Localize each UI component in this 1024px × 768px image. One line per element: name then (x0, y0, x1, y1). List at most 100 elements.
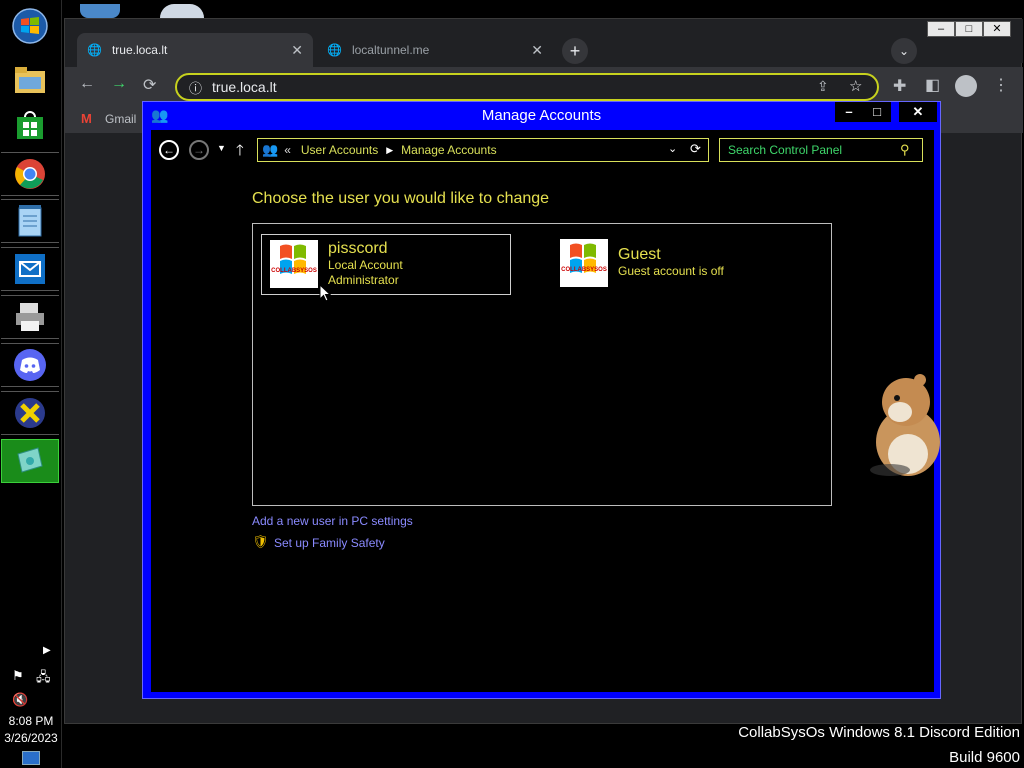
taskbar-file-explorer[interactable] (1, 58, 59, 102)
window-title: Manage Accounts (481, 107, 602, 124)
taskbar-notepad[interactable] (1, 199, 59, 243)
page-heading: Choose the user you would like to change (252, 190, 550, 207)
address-dropdown-icon[interactable]: ⌄ (668, 142, 677, 155)
account-tile-guest[interactable]: COLLABSYSOS Guest Guest account is off (560, 239, 810, 291)
start-orb-icon (12, 8, 48, 44)
discord-icon (14, 349, 46, 381)
account-name: pisscord (328, 240, 388, 257)
recycle-bin-icon[interactable] (80, 4, 120, 18)
back-arrow-icon[interactable]: ← (79, 75, 95, 93)
globe-icon: 🌐 (327, 43, 342, 57)
users-icon: 👥 (262, 142, 279, 157)
tab-search-button[interactable]: ⌄ (891, 38, 917, 64)
new-tab-button[interactable]: + (562, 38, 588, 64)
hamster-pet-icon[interactable] (862, 372, 946, 478)
globe-icon: 🌐 (87, 43, 102, 57)
manage-accounts-window: 👥 Manage Accounts – □ ✕ ← → ▼ 🡑 👥 « User… (142, 101, 941, 699)
gmail-icon: M (81, 111, 92, 126)
account-avatar: COLLABSYSOS (560, 239, 608, 287)
reload-icon[interactable]: ⟳ (143, 75, 156, 95)
x-app-icon (15, 398, 45, 428)
extensions-icon[interactable]: ✚ (893, 76, 906, 96)
forward-button[interactable]: → (189, 140, 209, 160)
control-panel-icon (17, 447, 43, 473)
browser-minimize-button[interactable]: – (927, 21, 955, 37)
os-build-label: Build 9600 (949, 749, 1020, 766)
printer-icon (16, 303, 44, 331)
taskbar-control-panel[interactable] (1, 439, 59, 483)
desktop-app-icon[interactable] (160, 4, 204, 18)
add-user-link[interactable]: Add a new user in PC settings (252, 514, 413, 528)
taskbar: ▶ ⚑ 🖧 🔇 8:08 PM 3/26/2023 (0, 0, 62, 768)
avatar-logo-text: COLLABSYSOS (561, 267, 607, 273)
shield-icon: 🛡 (252, 534, 269, 549)
forward-arrow-icon[interactable]: → (111, 75, 127, 93)
clock-date[interactable]: 3/26/2023 (0, 731, 62, 745)
refresh-icon[interactable]: ⟳ (690, 141, 701, 157)
windows-logo-icon (570, 243, 596, 273)
up-arrow-icon[interactable]: 🡑 (236, 140, 244, 165)
tab-strip: 🌐 true.loca.lt ✕ 🌐 localtunnel.me ✕ + ⌄ … (65, 19, 1023, 67)
volume-muted-icon[interactable]: 🔇 (12, 692, 28, 708)
close-tab-icon[interactable]: ✕ (531, 42, 543, 59)
taskbar-store[interactable] (1, 104, 59, 148)
tray-expand-icon[interactable]: ▶ (43, 645, 51, 656)
account-info: Guest Guest account is off (618, 239, 724, 291)
show-desktop-button[interactable] (22, 751, 40, 765)
search-input[interactable]: Search Control Panel ⚲ (719, 138, 923, 162)
breadcrumb-manage-accounts[interactable]: Manage Accounts (401, 143, 496, 157)
os-edition-label: CollabSysOs Windows 8.1 Discord Edition (738, 724, 1020, 741)
taskbar-x-app[interactable] (1, 391, 59, 435)
tab-title: localtunnel.me (351, 43, 430, 57)
avatar-logo-text: COLLABSYSOS (271, 268, 317, 274)
clock-time[interactable]: 8:08 PM (0, 714, 62, 728)
taskbar-printer[interactable] (1, 295, 59, 339)
browser-close-button[interactable]: ✕ (983, 21, 1011, 37)
site-info-icon[interactable]: ⓘ (189, 78, 202, 97)
profile-avatar[interactable] (955, 75, 977, 97)
mail-icon (15, 254, 45, 284)
taskbar-mail[interactable] (1, 247, 59, 291)
menu-dots-icon[interactable]: ⋮ (993, 75, 1009, 95)
account-status: Guest account is off (618, 264, 724, 278)
search-placeholder: Search Control Panel (728, 143, 843, 157)
share-icon[interactable]: ⇪ (817, 78, 829, 95)
bookmark-star-icon[interactable]: ☆ (849, 77, 862, 95)
breadcrumb-overflow[interactable]: « (284, 143, 291, 157)
account-type: Local Account (328, 258, 403, 272)
breadcrumb-separator-icon: ▶ (386, 144, 394, 155)
start-button[interactable] (1, 4, 59, 48)
close-button[interactable]: ✕ (899, 102, 937, 122)
bookmark-gmail[interactable]: Gmail (105, 112, 136, 126)
family-safety-link[interactable]: Set up Family Safety (274, 536, 385, 550)
account-name: Guest (618, 246, 661, 263)
file-explorer-icon (15, 67, 45, 93)
tab-title: true.loca.lt (111, 43, 168, 57)
network-icon[interactable]: 🖧 (36, 668, 51, 690)
maximize-button[interactable]: □ (863, 102, 891, 122)
back-button[interactable]: ← (159, 140, 179, 160)
browser-maximize-button[interactable]: □ (955, 21, 983, 37)
taskbar-chrome[interactable] (1, 152, 59, 196)
tab-localtunnel[interactable]: 🌐 localtunnel.me ✕ (317, 33, 553, 67)
notepad-icon (18, 205, 42, 237)
address-bar[interactable]: ⓘ true.loca.lt ⇪ ☆ (175, 73, 879, 101)
windows-logo-icon (280, 244, 306, 274)
address-bar[interactable]: 👥 « User Accounts ▶ Manage Accounts ⌄ ⟳ (257, 138, 709, 162)
minimize-button[interactable]: – (835, 102, 863, 122)
url-text: true.loca.lt (212, 79, 277, 95)
action-center-flag-icon[interactable]: ⚑ (12, 668, 24, 684)
account-role: Administrator (328, 273, 399, 287)
side-panel-icon[interactable]: ◧ (925, 75, 940, 95)
account-avatar: COLLABSYSOS (270, 240, 318, 288)
search-icon[interactable]: ⚲ (900, 142, 910, 158)
accounts-list: COLLABSYSOS pisscord Local Account Admin… (252, 223, 832, 506)
store-icon (17, 111, 43, 139)
recent-locations-chevron-icon[interactable]: ▼ (217, 143, 226, 153)
tab-true-loca-lt[interactable]: 🌐 true.loca.lt ✕ (77, 33, 313, 67)
close-tab-icon[interactable]: ✕ (291, 42, 303, 59)
taskbar-discord[interactable] (1, 343, 59, 387)
mouse-cursor-icon (319, 284, 331, 302)
account-tile-pisscord[interactable]: COLLABSYSOS pisscord Local Account Admin… (261, 234, 511, 295)
breadcrumb-user-accounts[interactable]: User Accounts (301, 143, 378, 157)
